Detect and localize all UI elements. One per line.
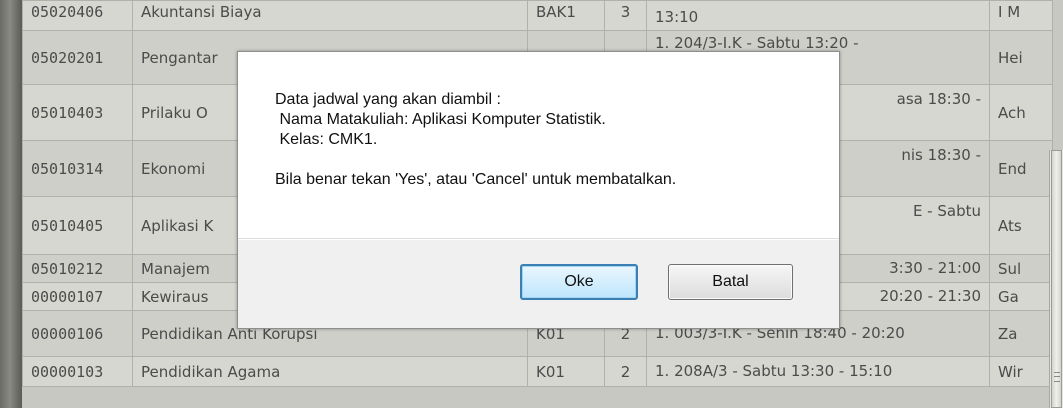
course-lecturer: Ats: [989, 196, 1053, 255]
cancel-button[interactable]: Batal: [668, 264, 793, 300]
course-code: 00000106: [22, 310, 133, 357]
course-lecturer: End: [989, 140, 1053, 197]
course-code: 00000103: [22, 356, 133, 387]
dialog-line-class: Kelas: CMK1.: [275, 131, 378, 148]
dialog-message: Data jadwal yang akan diambil : Nama Mat…: [238, 52, 839, 239]
table-row[interactable]: 00000103 Pendidikan Agama K01 2 1. 208A/…: [22, 356, 1053, 387]
scroll-grip-icon: [1054, 372, 1060, 382]
course-code: 05010314: [22, 140, 133, 197]
dialog-line-course: Nama Matakuliah: Aplikasi Komputer Stati…: [275, 111, 606, 128]
course-lecturer: Ach: [989, 84, 1053, 141]
ok-button[interactable]: Oke: [520, 264, 638, 300]
course-class: K01: [527, 356, 605, 387]
dialog-footer: Oke Batal: [238, 240, 839, 328]
confirm-dialog: Data jadwal yang akan diambil : Nama Mat…: [237, 51, 840, 329]
course-code: 05010212: [22, 254, 133, 283]
course-code: 05020201: [22, 30, 133, 85]
course-lecturer: Wir: [989, 356, 1053, 387]
course-class: BAK1: [527, 0, 605, 31]
dialog-line-intro: Data jadwal yang akan diambil :: [275, 91, 501, 108]
course-sks: 2: [604, 356, 647, 387]
course-schedule: 13:10: [646, 0, 990, 31]
scrollbar-thumb[interactable]: [1051, 150, 1062, 408]
course-lecturer: Hei: [989, 30, 1053, 85]
table-row[interactable]: 05020406 Akuntansi Biaya BAK1 3 13:10 I …: [22, 0, 1053, 31]
course-code: 05020406: [22, 0, 133, 31]
course-schedule: 1. 208A/3 - Sabtu 13:30 - 15:10: [646, 356, 990, 387]
course-lecturer: Ga: [989, 282, 1053, 311]
course-code: 05010405: [22, 196, 133, 255]
course-code: 05010403: [22, 84, 133, 141]
course-name: Pendidikan Agama: [132, 356, 528, 387]
course-code: 00000107: [22, 282, 133, 311]
course-lecturer: I M: [989, 0, 1053, 31]
background-edge: [0, 0, 22, 408]
dialog-line-instruction: Bila benar tekan 'Yes', atau 'Cancel' un…: [275, 171, 677, 188]
course-name: Akuntansi Biaya: [132, 0, 528, 31]
course-lecturer: Za: [989, 310, 1053, 357]
course-sks: 3: [604, 0, 647, 31]
course-lecturer: Sul: [989, 254, 1053, 283]
